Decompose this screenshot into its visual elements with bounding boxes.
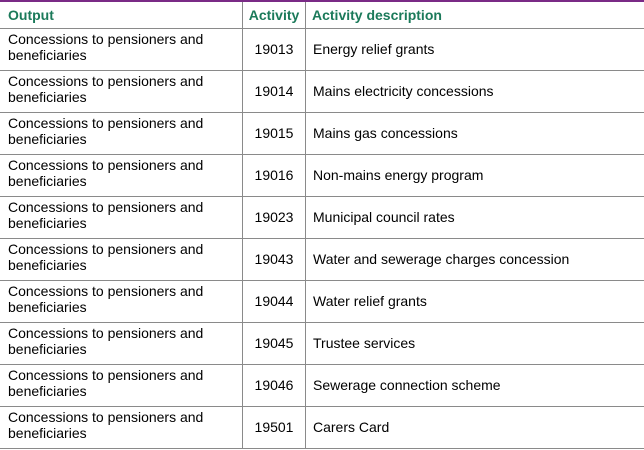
cell-activity: 19016 [242, 153, 306, 197]
table-body: Concessions to pensioners and beneficiar… [0, 27, 644, 449]
cell-output: Concessions to pensioners and beneficiar… [0, 27, 243, 71]
cell-description: Energy relief grants [305, 27, 644, 71]
cell-description: Mains gas concessions [305, 111, 644, 155]
cell-output: Concessions to pensioners and beneficiar… [0, 405, 243, 449]
cell-description: Trustee services [305, 321, 644, 365]
cell-activity: 19501 [242, 405, 306, 449]
header-activity: Activity [242, 0, 306, 29]
cell-activity: 19044 [242, 279, 306, 323]
cell-description: Sewerage connection scheme [305, 363, 644, 407]
header-row: Output Activity Activity description [0, 0, 644, 29]
table-row: Concessions to pensioners and beneficiar… [0, 279, 644, 323]
table-header: Output Activity Activity description [0, 0, 644, 29]
cell-activity: 19015 [242, 111, 306, 155]
cell-output: Concessions to pensioners and beneficiar… [0, 237, 243, 281]
cell-description: Municipal council rates [305, 195, 644, 239]
cell-output: Concessions to pensioners and beneficiar… [0, 69, 243, 113]
cell-output: Concessions to pensioners and beneficiar… [0, 195, 243, 239]
cell-activity: 19043 [242, 237, 306, 281]
cell-activity: 19046 [242, 363, 306, 407]
cell-description: Carers Card [305, 405, 644, 449]
activity-table: Output Activity Activity description Con… [0, 0, 644, 449]
header-activity-description: Activity description [305, 0, 644, 29]
cell-description: Non-mains energy program [305, 153, 644, 197]
table-row: Concessions to pensioners and beneficiar… [0, 321, 644, 365]
table-row: Concessions to pensioners and beneficiar… [0, 153, 644, 197]
cell-output: Concessions to pensioners and beneficiar… [0, 321, 243, 365]
cell-description: Mains electricity concessions [305, 69, 644, 113]
table-row: Concessions to pensioners and beneficiar… [0, 405, 644, 449]
table-row: Concessions to pensioners and beneficiar… [0, 363, 644, 407]
cell-description: Water and sewerage charges concession [305, 237, 644, 281]
cell-activity: 19023 [242, 195, 306, 239]
cell-description: Water relief grants [305, 279, 644, 323]
cell-output: Concessions to pensioners and beneficiar… [0, 279, 243, 323]
table-row: Concessions to pensioners and beneficiar… [0, 27, 644, 71]
table-row: Concessions to pensioners and beneficiar… [0, 69, 644, 113]
cell-output: Concessions to pensioners and beneficiar… [0, 363, 243, 407]
cell-activity: 19013 [242, 27, 306, 71]
header-output: Output [0, 0, 243, 29]
table-row: Concessions to pensioners and beneficiar… [0, 237, 644, 281]
cell-activity: 19014 [242, 69, 306, 113]
cell-activity: 19045 [242, 321, 306, 365]
table-row: Concessions to pensioners and beneficiar… [0, 195, 644, 239]
cell-output: Concessions to pensioners and beneficiar… [0, 153, 243, 197]
table-row: Concessions to pensioners and beneficiar… [0, 111, 644, 155]
cell-output: Concessions to pensioners and beneficiar… [0, 111, 243, 155]
